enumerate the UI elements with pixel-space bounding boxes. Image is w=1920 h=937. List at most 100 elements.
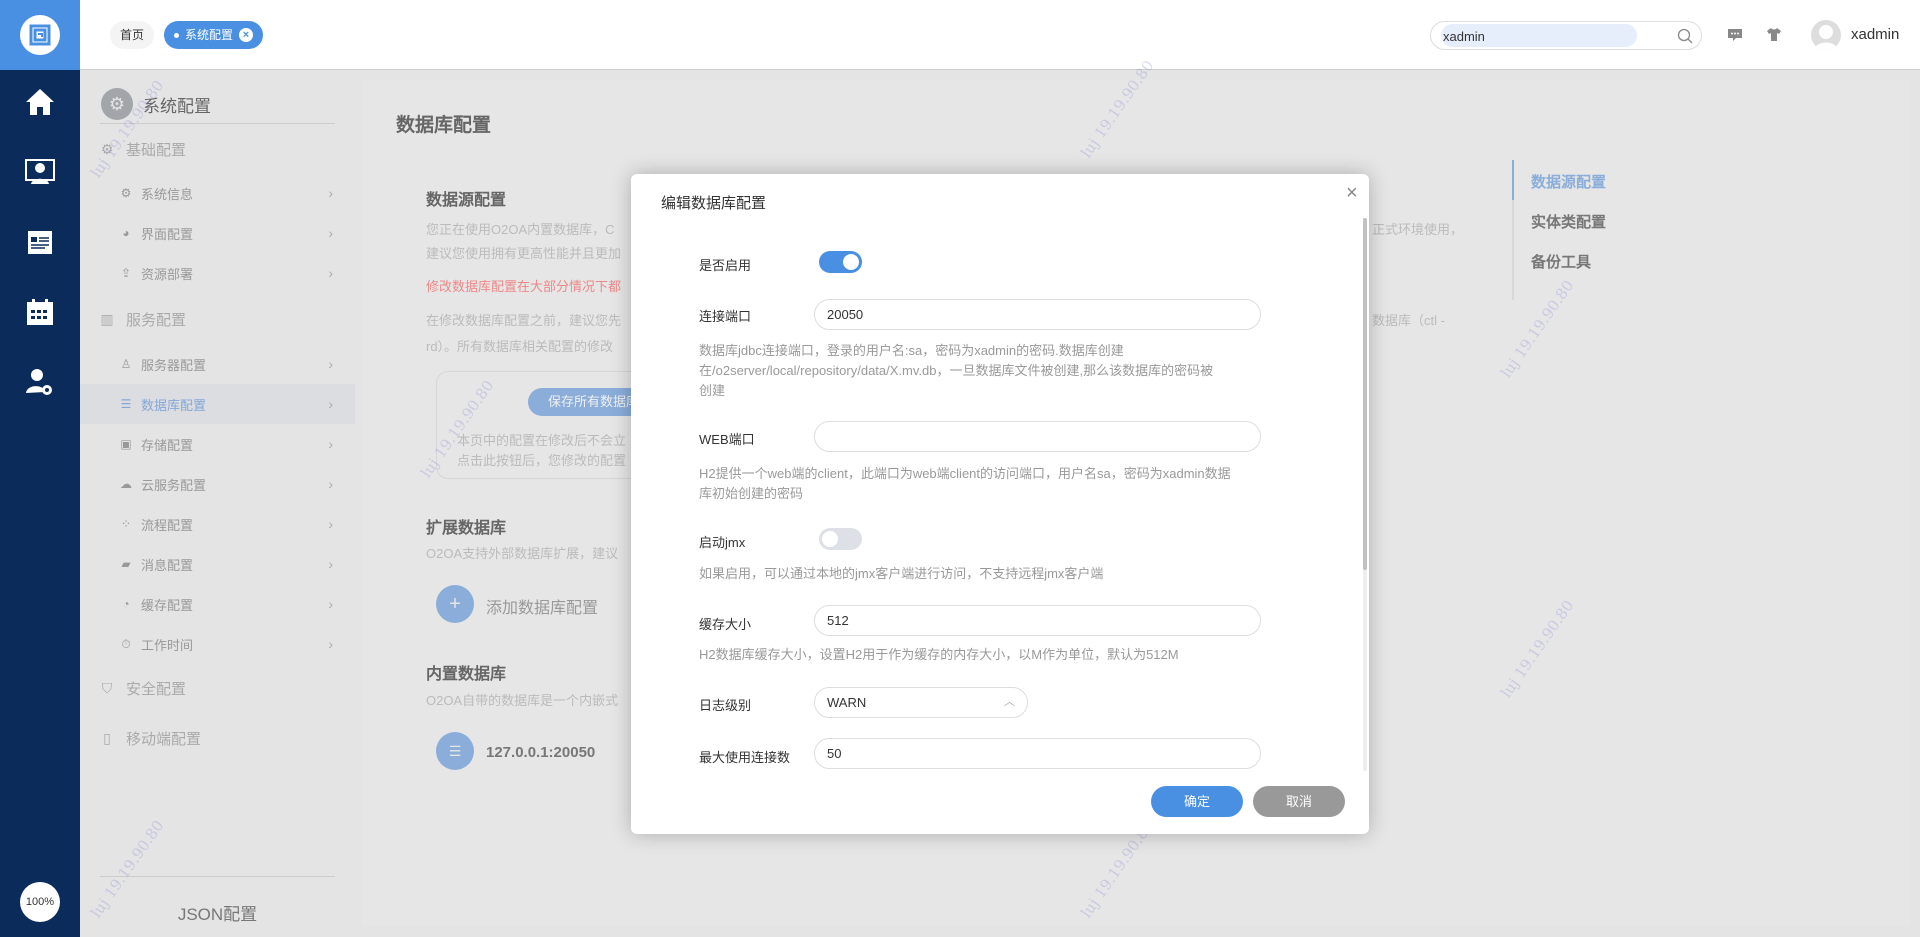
add-database-label[interactable]: 添加数据库配置 — [486, 594, 598, 618]
chevron-right-icon: › — [328, 185, 333, 201]
edit-database-dialog: 编辑数据库配置 × 是否启用 连接端口 数据库jdbc连接端口，登录的用户名:s… — [631, 174, 1369, 834]
calendar-icon[interactable] — [20, 292, 60, 332]
save-note: 点击此按钮后，您修改的配置 — [457, 453, 627, 468]
cache-label: 缓存大小 — [699, 617, 752, 632]
enabled-toggle[interactable] — [819, 251, 862, 273]
right-nav-entity[interactable]: 实体类配置 — [1531, 211, 1606, 232]
right-nav-backup[interactable]: 备份工具 — [1531, 251, 1591, 272]
scrollbar-thumb[interactable] — [1363, 218, 1367, 570]
top-bar: 首页 系统配置 × xadmin — [80, 0, 1920, 70]
cache-input[interactable] — [814, 605, 1261, 636]
web-port-label: WEB端口 — [699, 432, 755, 447]
sidebar-item-cloud-config[interactable]: ☁ 云服务配置 › — [80, 464, 355, 504]
skin-shirt-icon[interactable] — [1766, 27, 1782, 42]
close-tab-icon[interactable]: × — [239, 28, 254, 42]
warning-text: 修改数据库配置在大部分情况下都 — [426, 279, 622, 294]
item-label: 缓存配置 — [141, 597, 194, 613]
upload-icon: ⇪ — [120, 266, 132, 280]
add-database-button[interactable]: + — [436, 585, 474, 623]
palette-icon: ◕ — [122, 226, 130, 240]
sidebar-group-service[interactable]: ▥ 服务配置 — [100, 309, 186, 330]
desc-text: O2OA自带的数据库是一个内嵌式 — [426, 693, 619, 708]
chevron-right-icon: › — [328, 636, 333, 652]
sidebar-item-server-config[interactable]: ♙ 服务器配置 › — [80, 344, 355, 384]
user-settings-icon[interactable] — [20, 362, 60, 402]
chevron-right-icon: › — [328, 356, 333, 372]
save-note: 本页中的配置在修改后不会立 — [457, 433, 627, 448]
sidebar-group-mobile[interactable]: ▯ 移动端配置 — [100, 728, 201, 749]
desc-line: 库初始创建的密码 — [699, 486, 804, 501]
item-label: 界面配置 — [141, 226, 194, 242]
item-label: 资源部署 — [141, 266, 194, 282]
cancel-button[interactable]: 取消 — [1253, 786, 1345, 817]
sidebar-group-security[interactable]: ⛉ 安全配置 — [100, 678, 186, 699]
sidebar-group-basic[interactable]: ⚙ 基础配置 — [100, 139, 186, 160]
user-screen-icon[interactable] — [20, 152, 60, 192]
web-port-input[interactable] — [814, 421, 1261, 452]
search-box — [1430, 21, 1702, 50]
group-label: 服务配置 — [126, 312, 187, 329]
server-icon: ▥ — [100, 311, 114, 327]
sidebar-item-system-info[interactable]: ⚙ 系统信息 › — [80, 173, 355, 213]
item-label: 消息配置 — [141, 557, 194, 573]
flow-icon: ⁘ — [120, 517, 132, 531]
sidebar-item-ui-config[interactable]: ◕ 界面配置 › — [80, 213, 355, 253]
sidebar-item-message-config[interactable]: ▰ 消息配置 › — [80, 544, 355, 584]
tab-label: 系统配置 — [185, 28, 234, 42]
desc-line: 数据库jdbc连接端口，登录的用户名:sa，密码为xadmin的密码.数据库创建 — [699, 343, 1124, 358]
log-level-select[interactable]: WARN ︿ — [814, 687, 1028, 718]
chat-icon[interactable] — [1727, 28, 1743, 42]
desc-text: 正式环境使用， — [1372, 222, 1464, 237]
tab-home[interactable]: 首页 — [110, 21, 155, 49]
home-icon[interactable] — [20, 82, 60, 122]
builtin-db-address[interactable]: 127.0.0.1:20050 — [486, 744, 595, 761]
right-nav-datasource[interactable]: 数据源配置 — [1531, 171, 1606, 192]
scrollbar[interactable] — [1363, 218, 1367, 771]
sidebar-item-process-config[interactable]: ⁘ 流程配置 › — [80, 504, 355, 544]
sidebar-header: ⚙ 系统配置 — [101, 88, 211, 120]
chevron-right-icon: › — [328, 516, 333, 532]
logo-icon — [20, 15, 60, 55]
search-input[interactable] — [1443, 25, 1633, 47]
chevron-right-icon: › — [328, 596, 333, 612]
search-icon[interactable] — [1677, 28, 1693, 44]
stopwatch-icon: ⏱ — [121, 636, 131, 651]
jmx-toggle[interactable] — [819, 528, 862, 550]
item-label: 数据库配置 — [141, 397, 207, 413]
confirm-button[interactable]: 确定 — [1151, 786, 1243, 817]
chevron-right-icon: › — [328, 265, 333, 281]
cache-desc: H2数据库缓存大小，设置H2用于作为缓存的内存大小，以M作为单位，默认为512M — [699, 647, 1179, 662]
max-conn-input[interactable] — [814, 738, 1261, 769]
json-config-button[interactable]: JSON配置 — [80, 900, 355, 925]
sidebar-item-database-config[interactable]: ☰ 数据库配置 › — [80, 384, 355, 424]
sidebar-item-work-time[interactable]: ⏱ 工作时间 › — [80, 624, 355, 664]
desc-text: 您正在使用O2OA内置数据库，C — [426, 222, 615, 237]
section-heading-builtin: 内置数据库 — [426, 666, 507, 683]
user-name[interactable]: xadmin — [1851, 26, 1899, 43]
pie-icon: ◔ — [122, 597, 130, 611]
port-input[interactable] — [814, 299, 1261, 330]
server-user-icon: ♙ — [120, 357, 132, 371]
sidebar-item-cache-config[interactable]: ◔ 缓存配置 › — [80, 584, 355, 624]
close-icon[interactable]: × — [1346, 182, 1358, 205]
database-icon: ☰ — [120, 397, 132, 411]
zoom-level[interactable]: 100% — [20, 882, 60, 922]
avatar[interactable] — [1811, 20, 1841, 50]
web-port-desc: H2提供一个web端的client，此端口为web端client的访问端口，用户… — [699, 464, 1259, 504]
log-level-label: 日志级别 — [699, 698, 752, 713]
section-heading-extended: 扩展数据库 — [426, 520, 507, 537]
item-label: 存储配置 — [141, 437, 194, 453]
toggle-knob — [822, 531, 838, 547]
sidebar-item-storage-config[interactable]: ▣ 存储配置 › — [80, 424, 355, 464]
chevron-right-icon: › — [328, 556, 333, 572]
dialog-title: 编辑数据库配置 — [661, 195, 767, 212]
port-desc: 数据库jdbc连接端口，登录的用户名:sa，密码为xadmin的密码.数据库创建… — [699, 341, 1259, 401]
database-icon[interactable]: ☰ — [436, 732, 474, 770]
sidebar-item-resource-deploy[interactable]: ⇪ 资源部署 › — [80, 253, 355, 293]
tab-system-config[interactable]: 系统配置 × — [164, 21, 264, 49]
desc-text: 在修改数据库配置之前，建议您先 — [426, 313, 622, 328]
logo[interactable] — [0, 0, 80, 70]
news-icon[interactable] — [20, 222, 60, 262]
sidebar: ⚙ 系统配置 ⚙ 基础配置 ⚙ 系统信息 › ◕ 界面配置 › ⇪ 资源部署 › ▥ 服务配置 … — [80, 70, 355, 937]
log-level-value: WARN — [827, 695, 867, 710]
